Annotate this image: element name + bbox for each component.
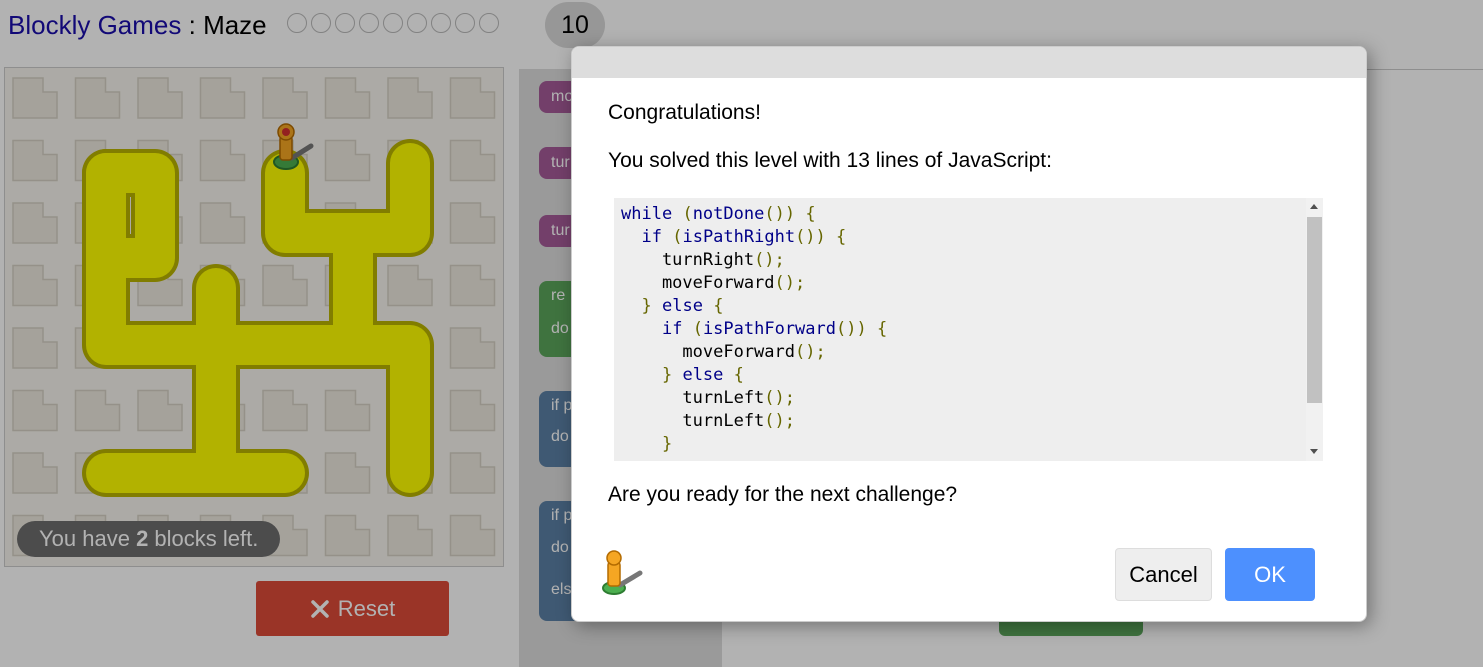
code-line: if (isPathRight()) { [621,227,846,247]
code-token: isPathForward [702,319,836,339]
code-token: turnLeft [621,411,765,431]
code-token: moveForward [621,273,775,293]
code-token: (); [764,411,796,431]
dialog-heading: Congratulations! [608,101,761,124]
code-token: } [641,296,652,316]
code-token: } [661,365,673,385]
code-line: turnLeft(); [621,411,795,431]
code-token: { [733,365,744,385]
code-token: (); [764,388,796,408]
code-line: while (notDone()) { [621,204,816,224]
code-token: ()) [795,227,826,247]
code-token: else [661,296,703,316]
code-token: if [641,227,662,247]
code-listing[interactable]: while (notDone()) { if (isPathRight()) {… [614,198,1323,461]
code-line: } else { [621,365,744,385]
congratulations-dialog: Congratulations! You solved this level w… [571,46,1367,622]
code-text: while (notDone()) { if (isPathRight()) {… [621,203,887,456]
code-token: while [621,204,673,224]
code-token: (); [754,250,785,270]
code-token: { [876,319,888,339]
code-token: notDone [692,204,765,224]
code-token: ()) [764,204,796,224]
code-line: } [621,434,672,454]
code-token: (); [795,342,826,362]
dialog-titlebar[interactable] [572,47,1366,78]
cancel-button[interactable]: Cancel [1115,548,1212,601]
code-token: else [682,365,724,385]
code-line: moveForward(); [621,273,805,293]
scroll-down-arrow-icon[interactable] [1310,449,1318,454]
code-token: ()) [836,319,867,339]
pegman-icon [602,550,643,595]
code-token: { [836,227,847,247]
code-token: { [713,296,724,316]
code-scrollbar[interactable] [1306,198,1323,461]
code-token: moveForward [621,342,795,362]
code-token: (); [774,273,806,293]
code-token: if [661,319,683,339]
code-line: turnLeft(); [621,388,795,408]
code-token: } [661,434,673,454]
ok-button[interactable]: OK [1225,548,1315,601]
code-token: turnLeft [621,388,765,408]
code-line: if (isPathForward()) { [621,319,887,339]
code-token: { [805,204,816,224]
dialog-lines-text: You solved this level with 13 lines of J… [608,149,1052,172]
code-token: ( [682,204,693,224]
code-token: ( [672,227,683,247]
code-line: turnRight(); [621,250,785,270]
code-token: ( [692,319,703,339]
dialog-question: Are you ready for the next challenge? [608,483,958,506]
code-line: } else { [621,296,723,316]
code-line: moveForward(); [621,342,826,362]
code-token: isPathRight [682,227,796,247]
scroll-up-arrow-icon[interactable] [1310,204,1318,209]
scroll-thumb[interactable] [1307,217,1322,403]
code-token: turnRight [621,250,755,270]
